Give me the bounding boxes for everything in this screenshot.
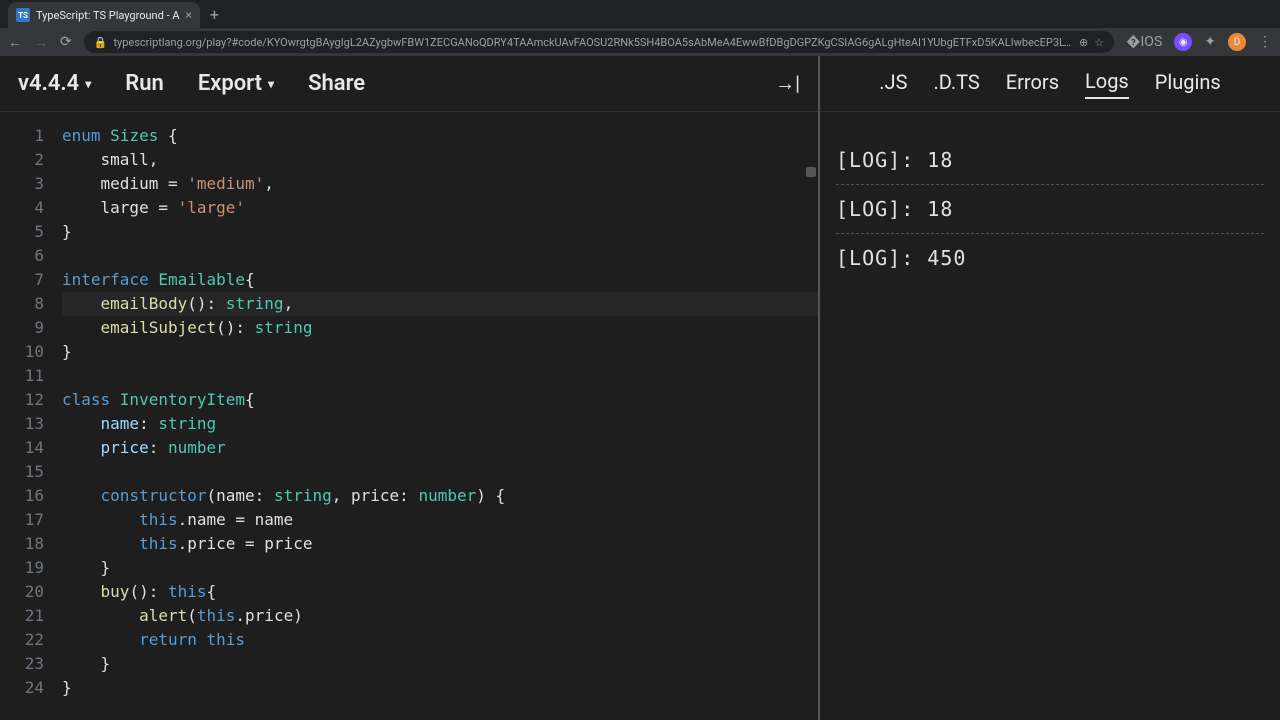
log-entry: [LOG]: 18: [836, 136, 1264, 185]
code-line[interactable]: buy(): this{: [62, 580, 818, 604]
line-number: 1: [0, 124, 44, 148]
line-number: 18: [0, 532, 44, 556]
code-line[interactable]: }: [62, 556, 818, 580]
output-tab-logs[interactable]: Logs: [1085, 69, 1129, 99]
output-tab-plugins[interactable]: Plugins: [1155, 70, 1221, 98]
share-icon[interactable]: �IOS: [1126, 34, 1162, 50]
code-line[interactable]: }: [62, 340, 818, 364]
code-content[interactable]: enum Sizes { small, medium = 'medium', l…: [62, 112, 818, 720]
line-number: 16: [0, 484, 44, 508]
output-pane: .JS.D.TSErrorsLogsPlugins [LOG]: 18[LOG]…: [820, 56, 1280, 720]
url-text: typescriptlang.org/play?#code/KYOwrgtgBA…: [113, 36, 1073, 49]
search-icon[interactable]: ⊕: [1079, 36, 1088, 49]
code-line[interactable]: enum Sizes {: [62, 124, 818, 148]
browser-chrome: TS TypeScript: TS Playground - A × + ← →…: [0, 0, 1280, 56]
output-tab-js[interactable]: .JS: [879, 70, 907, 98]
editor-pane: v4.4.4 ▾ Run Export ▾ Share →| 123456789…: [0, 56, 820, 720]
code-line[interactable]: name: string: [62, 412, 818, 436]
new-tab-button[interactable]: +: [200, 1, 229, 28]
code-line[interactable]: constructor(name: string, price: number)…: [62, 484, 818, 508]
scrollbar-thumb[interactable]: [806, 167, 816, 177]
favicon-icon: TS: [16, 8, 30, 22]
version-dropdown[interactable]: v4.4.4 ▾: [18, 71, 91, 96]
share-button[interactable]: Share: [308, 71, 365, 96]
log-entry: [LOG]: 450: [836, 234, 1264, 282]
line-number: 24: [0, 676, 44, 700]
line-number: 14: [0, 436, 44, 460]
code-line[interactable]: }: [62, 676, 818, 700]
extension-icon[interactable]: ◉: [1174, 33, 1192, 51]
code-editor[interactable]: 123456789101112131415161718192021222324 …: [0, 112, 818, 720]
line-number: 10: [0, 340, 44, 364]
code-line[interactable]: small,: [62, 148, 818, 172]
code-line[interactable]: }: [62, 220, 818, 244]
log-entry: [LOG]: 18: [836, 185, 1264, 234]
close-icon[interactable]: ×: [186, 8, 192, 22]
nav-bar: ← → ⟳ 🔒 typescriptlang.org/play?#code/KY…: [0, 28, 1280, 56]
line-number: 19: [0, 556, 44, 580]
playground: v4.4.4 ▾ Run Export ▾ Share →| 123456789…: [0, 56, 1280, 720]
line-gutter: 123456789101112131415161718192021222324: [0, 112, 62, 720]
menu-icon[interactable]: ⋮: [1258, 34, 1272, 50]
line-number: 9: [0, 316, 44, 340]
editor-toolbar: v4.4.4 ▾ Run Export ▾ Share →|: [0, 56, 818, 112]
tab-title: TypeScript: TS Playground - A: [36, 9, 180, 22]
export-dropdown[interactable]: Export ▾: [198, 71, 274, 96]
forward-icon[interactable]: →: [34, 34, 48, 51]
line-number: 13: [0, 412, 44, 436]
line-number: 23: [0, 652, 44, 676]
line-number: 21: [0, 604, 44, 628]
code-line[interactable]: class InventoryItem{: [62, 388, 818, 412]
code-line[interactable]: emailSubject(): string: [62, 316, 818, 340]
line-number: 11: [0, 364, 44, 388]
collapse-icon[interactable]: →|: [775, 71, 800, 96]
code-line[interactable]: [62, 364, 818, 388]
code-line[interactable]: this.name = name: [62, 508, 818, 532]
chevron-down-icon: ▾: [268, 77, 274, 91]
code-line[interactable]: large = 'large': [62, 196, 818, 220]
output-tab-errors[interactable]: Errors: [1006, 70, 1059, 98]
back-icon[interactable]: ←: [8, 34, 22, 51]
output-tab-dts[interactable]: .D.TS: [933, 70, 979, 98]
profile-avatar[interactable]: D: [1228, 33, 1246, 51]
line-number: 8: [0, 292, 44, 316]
line-number: 3: [0, 172, 44, 196]
line-number: 20: [0, 580, 44, 604]
code-line[interactable]: interface Emailable{: [62, 268, 818, 292]
line-number: 2: [0, 148, 44, 172]
code-line[interactable]: this.price = price: [62, 532, 818, 556]
reload-icon[interactable]: ⟳: [60, 34, 72, 50]
line-number: 22: [0, 628, 44, 652]
code-line[interactable]: }: [62, 652, 818, 676]
code-line[interactable]: price: number: [62, 436, 818, 460]
code-line[interactable]: emailBody(): string,: [62, 292, 818, 316]
code-line[interactable]: alert(this.price): [62, 604, 818, 628]
tab-bar: TS TypeScript: TS Playground - A × +: [0, 0, 1280, 28]
output-tabs: .JS .D.TS Errors Logs Plugins: [820, 56, 1280, 112]
star-icon[interactable]: ☆: [1094, 36, 1104, 49]
code-line[interactable]: [62, 460, 818, 484]
extensions-icon[interactable]: ✦: [1204, 34, 1216, 50]
code-line[interactable]: medium = 'medium',: [62, 172, 818, 196]
line-number: 12: [0, 388, 44, 412]
code-line[interactable]: return this: [62, 628, 818, 652]
line-number: 17: [0, 508, 44, 532]
code-line[interactable]: [62, 244, 818, 268]
line-number: 7: [0, 268, 44, 292]
chevron-down-icon: ▾: [85, 77, 91, 91]
browser-tab[interactable]: TS TypeScript: TS Playground - A ×: [8, 2, 200, 28]
line-number: 5: [0, 220, 44, 244]
line-number: 4: [0, 196, 44, 220]
lock-icon: 🔒: [94, 36, 108, 49]
logs-panel: [LOG]: 18[LOG]: 18[LOG]: 450: [820, 112, 1280, 720]
run-button[interactable]: Run: [125, 71, 164, 96]
url-bar[interactable]: 🔒 typescriptlang.org/play?#code/KYOwrgtg…: [84, 31, 1114, 53]
line-number: 6: [0, 244, 44, 268]
line-number: 15: [0, 460, 44, 484]
